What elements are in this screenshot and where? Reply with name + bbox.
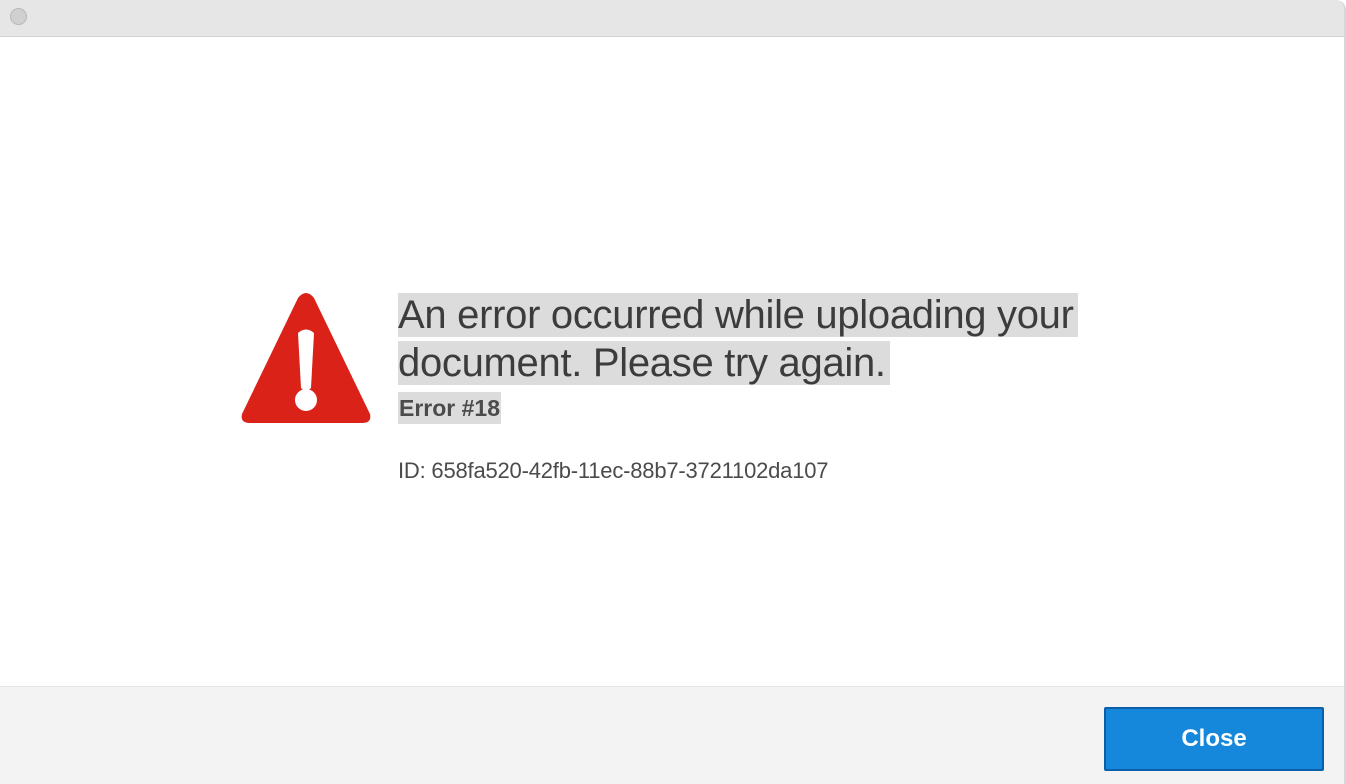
error-message-block: An error occurred while uploading your d…	[398, 291, 1098, 484]
dialog-footer: Close	[0, 686, 1344, 784]
close-button[interactable]: Close	[1104, 707, 1324, 771]
error-id: ID: 658fa520-42fb-11ec-88b7-3721102da107	[398, 458, 829, 483]
window-titlebar	[0, 0, 1344, 37]
error-headline: An error occurred while uploading your d…	[398, 293, 1078, 385]
error-code: Error #18	[398, 392, 502, 424]
error-dialog-window: An error occurred while uploading your d…	[0, 0, 1346, 784]
window-close-dot-icon[interactable]	[10, 8, 27, 25]
warning-triangle-icon	[241, 293, 371, 423]
